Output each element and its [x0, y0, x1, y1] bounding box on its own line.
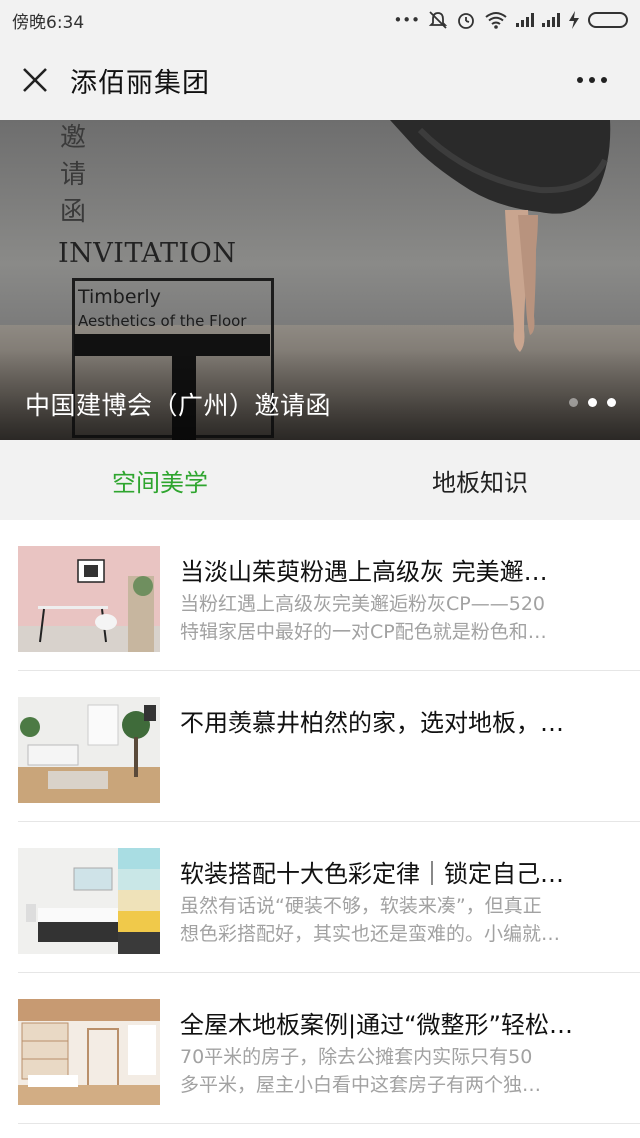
banner-carousel[interactable]: 邀 请 函 INVITATION Timberly Aesthetics of …	[0, 120, 640, 440]
signal-icon	[516, 13, 534, 27]
charging-icon	[569, 11, 579, 29]
article-thumbnail	[18, 848, 160, 954]
list-item[interactable]: 软装搭配十大色彩定律｜锁定自己… 虽然有话说“硬装不够，软装来凑”，但真正 想色…	[18, 822, 640, 973]
article-summary-line: 虽然有话说“硬装不够，软装来凑”，但真正	[180, 895, 542, 917]
mute-icon	[428, 11, 448, 29]
article-thumbnail	[18, 546, 160, 652]
article-summary-line: 当粉红遇上高级灰完美邂逅粉灰CP——520	[180, 593, 545, 615]
article-title: 软装搭配十大色彩定律｜锁定自己…	[180, 860, 564, 888]
more-options-button[interactable]	[572, 62, 612, 98]
alarm-icon	[458, 13, 474, 29]
article-summary: 虽然有话说“硬装不够，软装来凑”，但真正 想色彩搭配好，其实也还是蛮难的。小编就…	[180, 892, 620, 948]
article-summary	[180, 741, 620, 797]
close-icon	[23, 68, 47, 92]
carousel-indicator	[569, 398, 616, 407]
article-summary-line: 70平米的房子，除去公摊套内实际只有50	[180, 1046, 533, 1068]
wifi-icon	[485, 12, 507, 29]
banner-caption: 中国建博会（广州）邀请函	[25, 391, 332, 420]
article-thumbnail	[18, 999, 160, 1105]
article-summary-line: 多平米，屋主小白看中这套房子有两个独…	[180, 1074, 542, 1096]
article-summary-line: 特辑家居中最好的一对CP配色就是粉色和…	[180, 621, 547, 643]
carousel-dot	[569, 398, 578, 407]
battery-icon	[588, 12, 628, 28]
title-bar: 添佰丽集团	[0, 40, 640, 120]
article-title: 当淡山茱萸粉遇上高级灰 完美邂…	[180, 558, 548, 586]
article-summary: 当粉红遇上高级灰完美邂逅粉灰CP——520 特辑家居中最好的一对CP配色就是粉色…	[180, 590, 620, 646]
list-item[interactable]: 全屋木地板案例|通过“微整形”轻松… 70平米的房子，除去公摊套内实际只有50 …	[18, 973, 640, 1124]
article-title: 不用羡慕井柏然的家，选对地板，…	[180, 709, 564, 737]
article-title: 全屋木地板案例|通过“微整形”轻松…	[180, 1011, 573, 1039]
status-bar: 傍晚6:34 •••	[0, 0, 640, 40]
close-button[interactable]	[0, 40, 70, 120]
signal-icon-2	[542, 13, 560, 27]
list-item[interactable]: 不用羡慕井柏然的家，选对地板，…	[18, 671, 640, 822]
more-notifications-icon: •••	[393, 10, 420, 29]
article-summary-line: 想色彩搭配好，其实也还是蛮难的。小编就…	[180, 923, 561, 945]
page-title: 添佰丽集团	[70, 67, 210, 99]
article-list: 当淡山茱萸粉遇上高级灰 完美邂… 当粉红遇上高级灰完美邂逅粉灰CP——520 特…	[0, 520, 640, 1124]
tab-flooring-knowledge[interactable]: 地板知识	[320, 440, 640, 520]
article-thumbnail	[18, 697, 160, 803]
carousel-dot	[607, 398, 616, 407]
article-summary: 70平米的房子，除去公摊套内实际只有50 多平米，屋主小白看中这套房子有两个独…	[180, 1043, 620, 1099]
category-tabs: 空间美学 地板知识	[0, 440, 640, 520]
more-dot-icon	[577, 77, 583, 83]
tab-space-aesthetics[interactable]: 空间美学	[0, 440, 320, 520]
more-dot-icon	[601, 77, 607, 83]
status-time: 傍晚6:34	[12, 12, 85, 33]
list-item[interactable]: 当淡山茱萸粉遇上高级灰 完美邂… 当粉红遇上高级灰完美邂逅粉灰CP——520 特…	[18, 520, 640, 671]
more-dot-icon	[589, 77, 595, 83]
carousel-dot	[588, 398, 597, 407]
